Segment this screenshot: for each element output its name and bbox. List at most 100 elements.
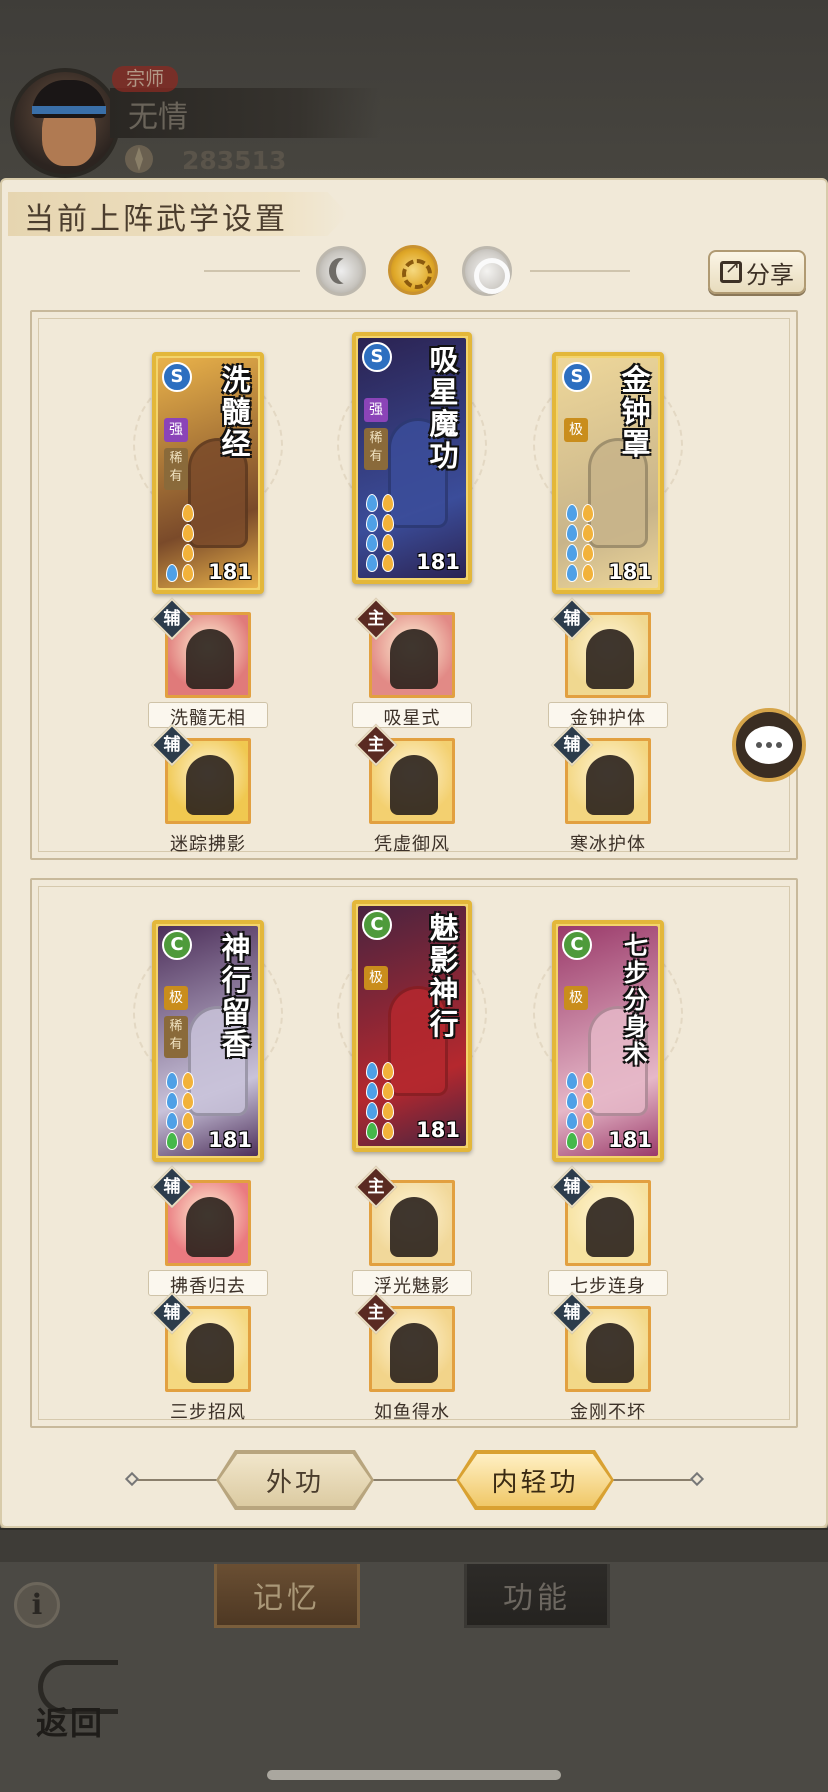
- sun-preset-icon[interactable]: [388, 245, 438, 295]
- share-label: 分享: [746, 260, 794, 289]
- card-level: 181: [208, 560, 252, 584]
- skill-art-icon: [186, 755, 234, 815]
- rarity-badge: 稀有: [164, 448, 188, 490]
- home-indicator[interactable]: [267, 1770, 561, 1780]
- share-icon: [720, 257, 742, 283]
- tier-badge: 极: [564, 418, 588, 442]
- skill-role-label: 主: [367, 735, 385, 755]
- tab-divider-mid: [372, 1479, 462, 1481]
- skill-card[interactable]: S 强稀有 洗髓经 181: [152, 352, 264, 594]
- player-avatar[interactable]: [10, 68, 120, 178]
- tab-outer-skills[interactable]: 外功: [219, 1454, 371, 1506]
- skill-card[interactable]: C 极 魅影神行 181: [352, 900, 472, 1152]
- skill-role-label: 辅: [163, 609, 181, 629]
- memory-tab[interactable]: 记忆: [214, 1564, 360, 1628]
- skill-name: 三步招风: [170, 1402, 246, 1423]
- moon-preset-icon[interactable]: [316, 246, 366, 296]
- card-level: 181: [608, 1128, 652, 1152]
- skill-art-icon: [186, 629, 234, 689]
- card-title: 吸星魔功: [429, 343, 459, 473]
- skill-name: 金钟护体: [570, 708, 646, 729]
- card-level: 181: [416, 1118, 460, 1142]
- card-title: 魅影神行: [429, 911, 459, 1041]
- skill-name: 金刚不坏: [570, 1402, 646, 1423]
- agility-type-icon: C: [562, 930, 592, 960]
- player-name: 无情: [128, 100, 188, 135]
- share-button[interactable]: 分享: [708, 250, 806, 294]
- tier-badge: 强: [164, 418, 188, 442]
- skill-role-label: 主: [367, 609, 385, 629]
- skill-name: 吸星式: [383, 708, 441, 729]
- card-energy-pips: [166, 1072, 194, 1150]
- card-title: 洗髓经: [221, 363, 251, 461]
- card-title: 金钟罩: [621, 363, 651, 461]
- skill-name: 迷踪拂影: [170, 834, 246, 855]
- chat-button[interactable]: [732, 708, 806, 782]
- agility-type-icon: C: [162, 930, 192, 960]
- orb-divider-left: [204, 270, 300, 272]
- skill-art-icon: [390, 755, 438, 815]
- card-energy-pips: [566, 1072, 594, 1150]
- inner-power-type-icon: S: [162, 362, 192, 392]
- skill-art-icon: [390, 629, 438, 689]
- skill-role-label: 辅: [163, 1177, 181, 1197]
- skill-card[interactable]: S 极 金钟罩 181: [552, 352, 664, 594]
- skill-card[interactable]: C 极 七步分身术 181: [552, 920, 664, 1162]
- tier-badge: 极: [364, 966, 388, 990]
- tier-badge: 极: [564, 986, 588, 1010]
- card-title: 神行留香: [221, 931, 251, 1061]
- card-energy-pips: [366, 494, 394, 572]
- skill-art-icon: [186, 1323, 234, 1383]
- orb-divider-right: [530, 270, 630, 272]
- skill-card[interactable]: C 极稀有 神行留香 181: [152, 920, 264, 1162]
- power-icon: [125, 145, 153, 173]
- tab-inner-skills[interactable]: 内轻功: [459, 1454, 611, 1506]
- card-energy-pips: [166, 504, 194, 582]
- tab-divider-right: [612, 1479, 698, 1481]
- tier-badge: 极: [164, 986, 188, 1010]
- skill-art-icon: [586, 755, 634, 815]
- skill-art-icon: [390, 1323, 438, 1383]
- skill-name: 七步连身: [570, 1276, 646, 1297]
- skill-role-label: 主: [367, 1303, 385, 1323]
- back-button[interactable]: 返回: [32, 1660, 132, 1742]
- skill-card[interactable]: S 强稀有 吸星魔功 181: [352, 332, 472, 584]
- skill-role-label: 辅: [563, 609, 581, 629]
- card-level: 181: [208, 1128, 252, 1152]
- inner-power-type-icon: S: [562, 362, 592, 392]
- card-level: 181: [608, 560, 652, 584]
- card-title: 七步分身术: [624, 931, 648, 1068]
- rank-badge: 宗师: [112, 66, 178, 92]
- skill-art-icon: [586, 629, 634, 689]
- skill-art-icon: [586, 1197, 634, 1257]
- card-level: 181: [416, 550, 460, 574]
- chat-icon: [745, 726, 793, 764]
- skill-art-icon: [186, 1197, 234, 1257]
- card-energy-pips: [566, 504, 594, 582]
- panel-bottom-bar: [0, 1528, 828, 1562]
- skill-role-label: 辅: [163, 1303, 181, 1323]
- panel-title: 当前上阵武学设置: [24, 202, 288, 237]
- skill-art-icon: [586, 1323, 634, 1383]
- skill-role-label: 辅: [563, 735, 581, 755]
- skill-role-label: 辅: [163, 735, 181, 755]
- inner-power-type-icon: S: [362, 342, 392, 372]
- rarity-badge: 稀有: [364, 428, 388, 470]
- skill-name: 凭虚御风: [374, 834, 450, 855]
- skill-name: 拂香归去: [170, 1276, 246, 1297]
- skill-name: 洗髓无相: [170, 708, 246, 729]
- info-button[interactable]: i: [14, 1582, 60, 1628]
- skill-role-label: 辅: [563, 1177, 581, 1197]
- skill-role-label: 主: [367, 1177, 385, 1197]
- skill-art-icon: [390, 1197, 438, 1257]
- ring-preset-icon[interactable]: [462, 246, 512, 296]
- back-label: 返回: [36, 1704, 105, 1742]
- function-tab[interactable]: 功能: [464, 1564, 610, 1628]
- power-value: 283513: [182, 146, 287, 175]
- rarity-badge: 稀有: [164, 1016, 188, 1058]
- skill-name: 寒冰护体: [570, 834, 646, 855]
- skill-role-label: 辅: [563, 1303, 581, 1323]
- skill-name: 如鱼得水: [374, 1402, 450, 1423]
- agility-type-icon: C: [362, 910, 392, 940]
- card-energy-pips: [366, 1062, 394, 1140]
